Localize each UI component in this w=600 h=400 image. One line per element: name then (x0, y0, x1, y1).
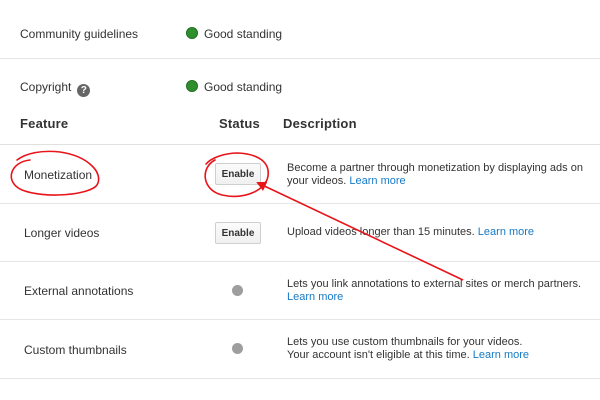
community-guidelines-label: Community guidelines (20, 27, 139, 41)
community-guidelines-status-text: Good standing (204, 27, 283, 41)
longer-videos-description-text: Upload videos longer than 15 minutes. (287, 226, 475, 238)
green-status-dot-icon (186, 27, 198, 39)
features-table-header: Feature Status Description (0, 106, 600, 145)
custom-thumbnails-description-line1: Lets you use custom thumbnails for your … (287, 336, 523, 348)
feature-name-custom-thumbnails: Custom thumbnails (24, 343, 127, 357)
monetization-description-text: Become a partner through monetization by… (287, 162, 583, 187)
green-status-dot-icon (186, 80, 198, 92)
copyright-label: Copyright (20, 80, 72, 94)
enable-monetization-button[interactable]: Enable (215, 163, 261, 185)
community-guidelines-status: Good standing (186, 27, 282, 41)
external-annotations-description-text: Lets you link annotations to external si… (287, 278, 582, 290)
feature-name-external-annotations: External annotations (24, 284, 134, 298)
feature-row-longer-videos: Longer videos Enable Upload videos longe… (0, 204, 600, 262)
copyright-status-text: Good standing (204, 80, 283, 94)
feature-description-custom-thumbnails: Lets you use custom thumbnails for your … (287, 336, 597, 362)
learn-more-link[interactable]: Learn more (473, 349, 529, 361)
custom-thumbnails-description-line2: Your account isn't eligible at this time… (287, 349, 470, 361)
status-column-header: Status (219, 116, 260, 131)
feature-row-monetization: Monetization Enable Become a partner thr… (0, 145, 600, 204)
feature-description-external-annotations: Lets you link annotations to external si… (287, 278, 597, 304)
grey-status-dot-icon (232, 285, 243, 296)
channel-status-and-features-page: Community guidelines Good standing Copyr… (0, 0, 600, 400)
community-guidelines-row: Community guidelines Good standing (0, 6, 600, 64)
learn-more-link[interactable]: Learn more (478, 226, 534, 238)
description-column-header: Description (283, 116, 357, 131)
question-mark-icon[interactable]: ? (77, 84, 91, 97)
feature-description-longer-videos: Upload videos longer than 15 minutes. Le… (287, 226, 597, 239)
learn-more-link[interactable]: Learn more (349, 175, 405, 187)
enable-longer-videos-button[interactable]: Enable (215, 222, 261, 244)
copyright-status: Good standing (186, 80, 282, 94)
feature-row-custom-thumbnails: Custom thumbnails Lets you use custom th… (0, 320, 600, 379)
feature-name-monetization: Monetization (24, 168, 93, 182)
learn-more-link[interactable]: Learn more (287, 291, 343, 303)
copyright-label-group: Copyright? (20, 80, 91, 97)
grey-status-dot-icon (232, 343, 243, 354)
feature-column-header: Feature (20, 116, 69, 131)
feature-row-external-annotations: External annotations Lets you link annot… (0, 262, 600, 320)
feature-description-monetization: Become a partner through monetization by… (287, 162, 597, 188)
feature-name-longer-videos: Longer videos (24, 226, 100, 240)
